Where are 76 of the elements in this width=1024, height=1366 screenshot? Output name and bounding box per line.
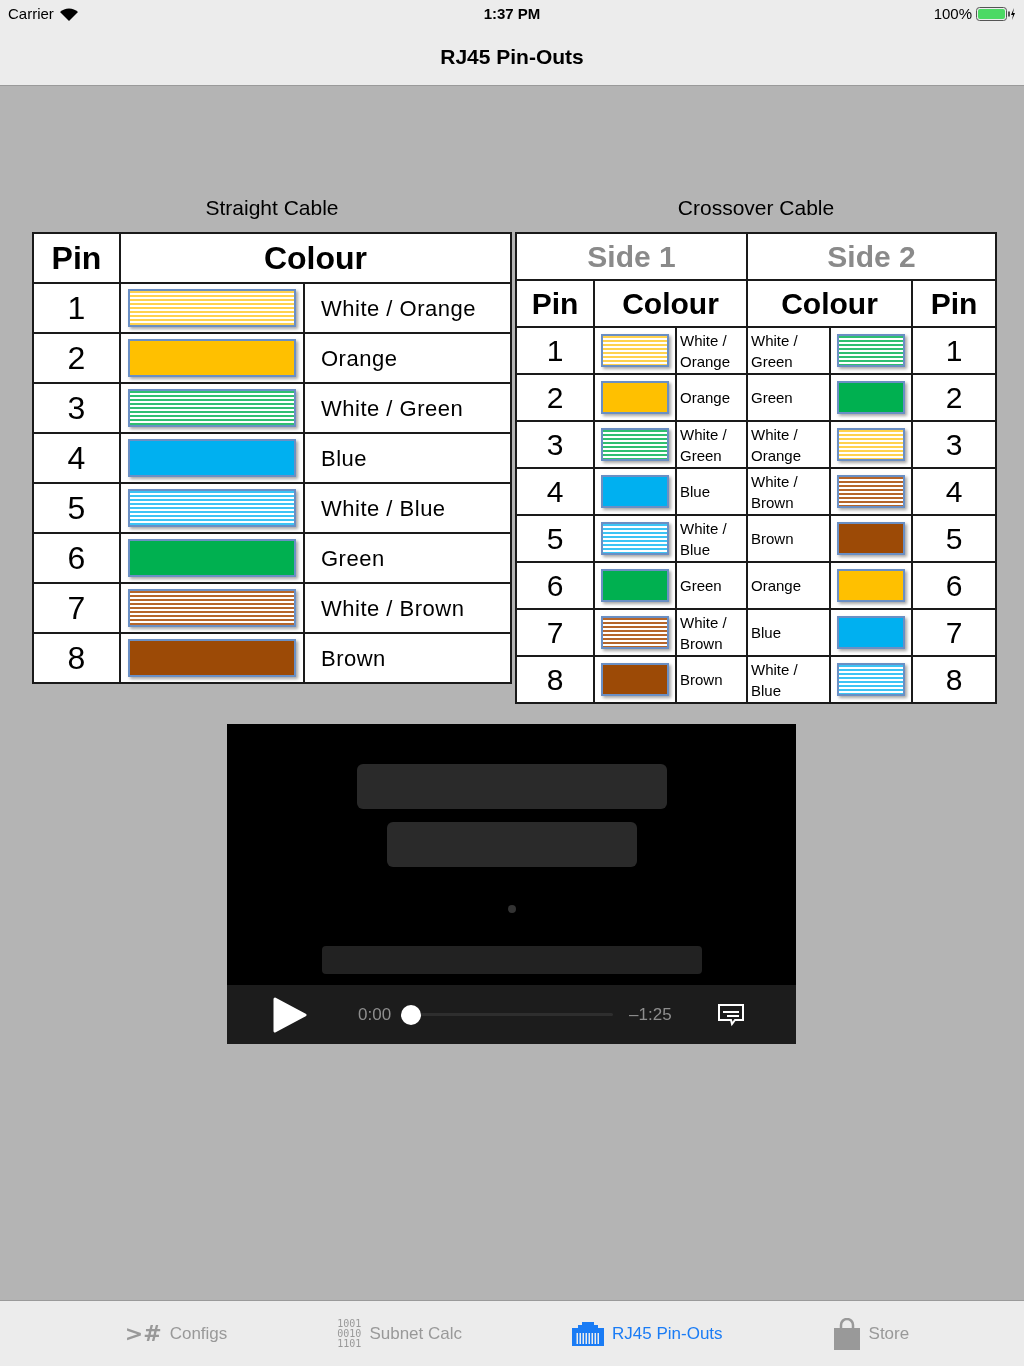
battery-icon [976, 7, 1016, 21]
captions-icon[interactable] [716, 1002, 745, 1027]
pin-number: 6 [33, 533, 120, 583]
pin-number: 4 [516, 468, 594, 515]
wire-colour-name: Brown [747, 515, 830, 562]
seek-bar[interactable] [401, 1004, 614, 1025]
wire-colour-name: Brown [676, 656, 747, 703]
wire-colour-name: Blue [304, 433, 511, 483]
table-title: Crossover Cable [677, 195, 835, 221]
wifi-icon [59, 7, 78, 21]
wire-colour-name: White / Orange [304, 283, 511, 333]
wire-colour-name: Blue [676, 468, 747, 515]
pin-number: 8 [912, 656, 996, 703]
wire-colour-name: White / Green [304, 383, 511, 433]
carrier-label: Carrier [8, 3, 54, 24]
pin-number: 2 [33, 333, 120, 383]
wire-colour-name: White / Orange [676, 327, 747, 374]
column-header: Pin [912, 280, 996, 327]
column-header: Pin [516, 280, 594, 327]
side-header: Side 1 [516, 233, 747, 280]
table-title: Straight Cable [205, 195, 339, 221]
wire-colour-name: Orange [304, 333, 511, 383]
screen-title: RJ45 Pin-Outs [440, 43, 584, 70]
wire-colour-name: White / Brown [304, 583, 511, 633]
pin-number: 3 [516, 421, 594, 468]
column-header: Pin [33, 233, 120, 283]
wire-colour-name: Orange [747, 562, 830, 609]
elapsed-time: 0:00 [358, 1003, 392, 1026]
pin-number: 3 [33, 383, 120, 433]
pin-number: 8 [516, 656, 594, 703]
clock-time: 1:37 PM [483, 3, 541, 24]
tab-bar-item[interactable]: Store [832, 1317, 910, 1350]
pin-number: 1 [516, 327, 594, 374]
pin-number: 1 [33, 283, 120, 333]
tab-bar-item[interactable]: ># Configs [124, 1320, 228, 1347]
wire-colour-name: White / Blue [676, 515, 747, 562]
pin-number: 4 [912, 468, 996, 515]
wire-colour-name: Blue [747, 609, 830, 656]
battery-percent: 100% [933, 3, 972, 24]
pin-number: 1 [912, 327, 996, 374]
pin-number: 2 [516, 374, 594, 421]
wire-colour-name: Green [304, 533, 511, 583]
pin-number: 2 [912, 374, 996, 421]
tab-bar-item[interactable]: RJ45 Pin-Outs [572, 1320, 723, 1347]
wire-colour-name: White / Green [676, 421, 747, 468]
wire-colour-name: Green [676, 562, 747, 609]
remaining-time: –1:25 [629, 1003, 672, 1026]
column-header: Colour [747, 280, 912, 327]
pin-number: 3 [912, 421, 996, 468]
wire-colour-name: White / Green [747, 327, 830, 374]
ethernet-port-icon [572, 1321, 604, 1346]
wire-colour-name: White / Brown [747, 468, 830, 515]
pin-number: 5 [516, 515, 594, 562]
wire-colour-name: White / Orange [747, 421, 830, 468]
wire-colour-name: White / Brown [676, 609, 747, 656]
pin-number: 5 [33, 483, 120, 533]
wire-colour-name: White / Blue [747, 656, 830, 703]
wire-colour-name: Orange [676, 374, 747, 421]
pin-number: 7 [912, 609, 996, 656]
prompt-icon: ># [124, 1322, 162, 1345]
pin-number: 4 [33, 433, 120, 483]
wire-colour-name: Brown [304, 633, 511, 683]
pin-number: 5 [912, 515, 996, 562]
shopping-bag-icon [832, 1317, 861, 1350]
seek-thumb[interactable] [401, 1004, 422, 1025]
column-header: Colour [594, 280, 747, 327]
pin-number: 6 [516, 562, 594, 609]
pin-number: 7 [516, 609, 594, 656]
wire-colour-name: White / Blue [304, 483, 511, 533]
pin-number: 7 [33, 583, 120, 633]
pin-number: 6 [912, 562, 996, 609]
binary-icon: 1001 0010 1101 [337, 1318, 362, 1349]
side-header: Side 2 [747, 233, 996, 280]
pin-number: 8 [33, 633, 120, 683]
wire-colour-name: Green [747, 374, 830, 421]
column-header: Colour [120, 233, 511, 283]
